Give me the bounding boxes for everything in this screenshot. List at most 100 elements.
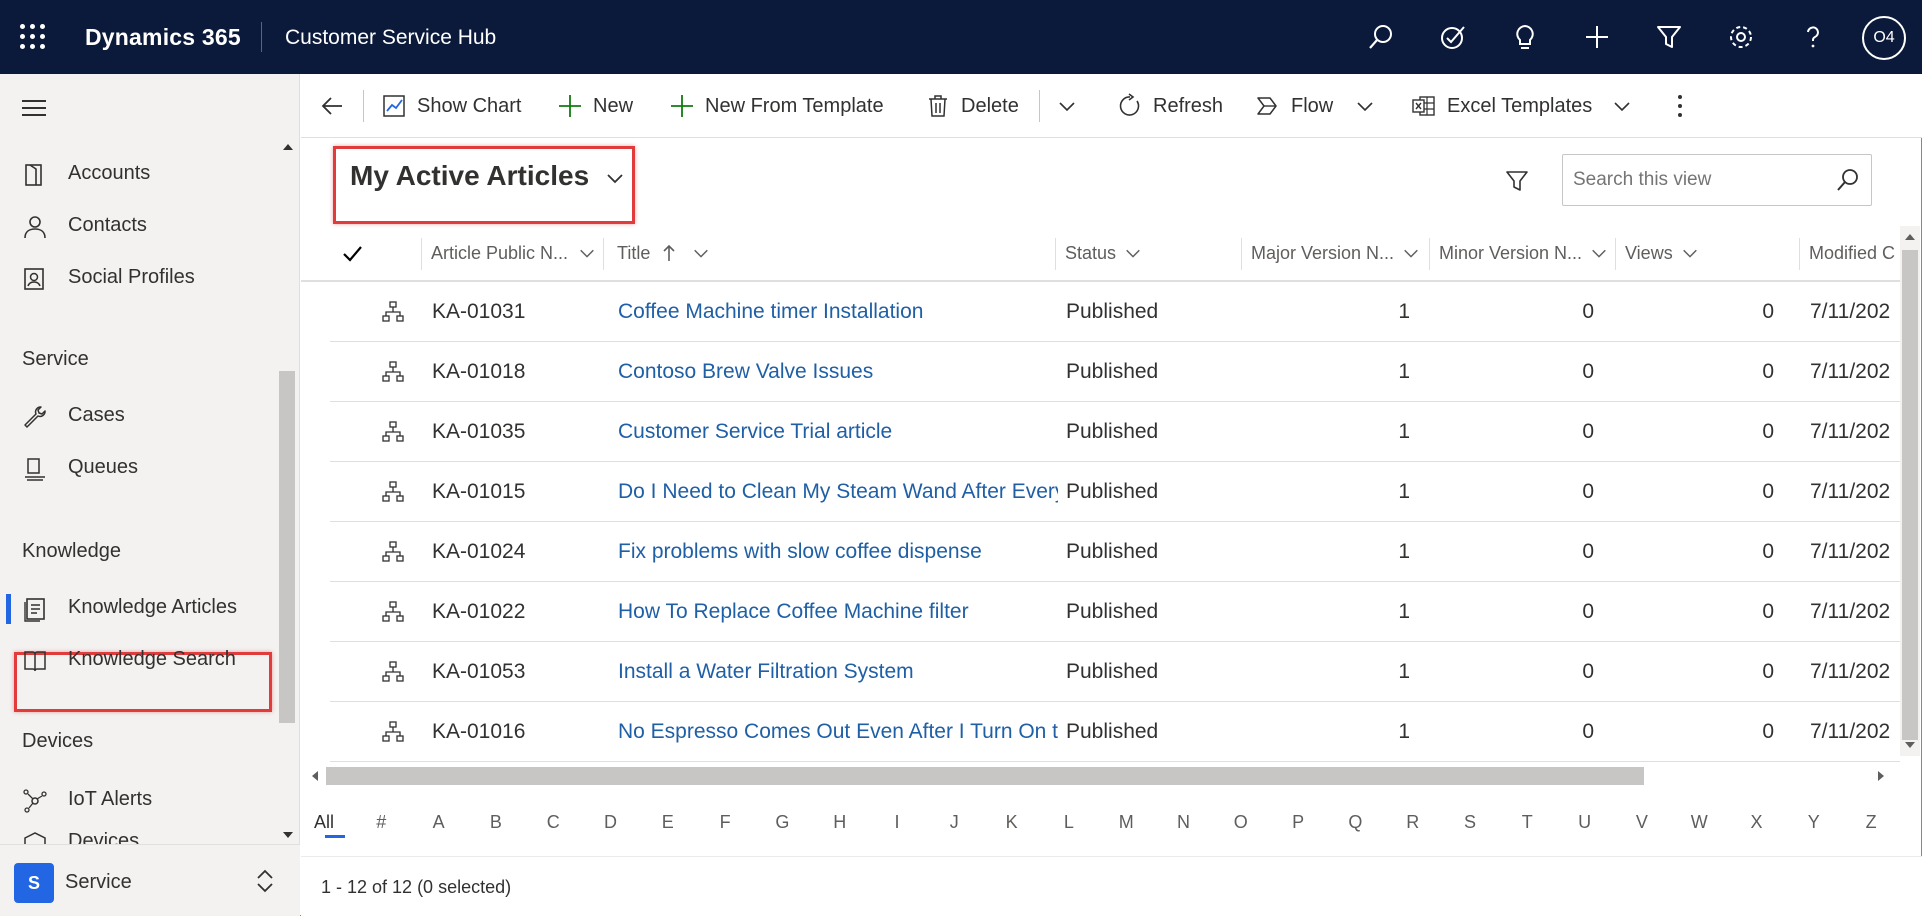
area-switcher[interactable]: S Service: [0, 844, 300, 916]
jump-bar-letter[interactable]: I: [882, 812, 912, 833]
scroll-down-arrow-icon[interactable]: [1904, 740, 1916, 750]
jump-bar-letter[interactable]: C: [538, 812, 568, 833]
scroll-up-arrow-icon[interactable]: [281, 142, 295, 152]
hierarchy-icon[interactable]: [382, 420, 404, 444]
flow-button[interactable]: Flow: [1255, 74, 1385, 138]
jump-bar-all[interactable]: All: [309, 812, 339, 833]
column-header-views[interactable]: Views: [1625, 226, 1785, 280]
jump-bar-letter[interactable]: U: [1570, 812, 1600, 833]
column-header-article-public-number[interactable]: Article Public N...: [431, 226, 611, 280]
search-icon[interactable]: [1835, 167, 1861, 193]
jump-bar-letter[interactable]: A: [424, 812, 454, 833]
jump-bar-letter[interactable]: G: [767, 812, 797, 833]
column-header-minor-version[interactable]: Minor Version N...: [1439, 226, 1619, 280]
column-header-major-version[interactable]: Major Version N...: [1251, 226, 1431, 280]
filter-icon[interactable]: [1504, 168, 1530, 194]
more-commands-button[interactable]: [1675, 74, 1695, 138]
app-name[interactable]: Dynamics 365: [85, 24, 241, 51]
sidebar-item-cases[interactable]: Cases: [0, 392, 280, 440]
table-row[interactable]: KA-01022 How To Replace Coffee Machine f…: [330, 582, 1900, 642]
article-title-link[interactable]: No Espresso Comes Out Even After I Turn …: [618, 702, 1058, 762]
column-header-modified-on[interactable]: Modified C: [1809, 226, 1901, 280]
hamburger-menu-icon[interactable]: [22, 100, 46, 121]
jump-bar-letter[interactable]: Z: [1856, 812, 1886, 833]
scroll-down-arrow-icon[interactable]: [281, 830, 295, 840]
jump-bar-letter[interactable]: Y: [1799, 812, 1829, 833]
jump-bar-letter[interactable]: D: [596, 812, 626, 833]
jump-bar-letter[interactable]: H: [825, 812, 855, 833]
back-button[interactable]: [319, 74, 355, 138]
task-check-icon[interactable]: [1436, 20, 1470, 54]
user-avatar[interactable]: O4: [1862, 16, 1906, 60]
table-row[interactable]: KA-01053 Install a Water Filtration Syst…: [330, 642, 1900, 702]
show-chart-button[interactable]: Show Chart: [381, 74, 522, 138]
sidebar-scroll-thumb[interactable]: [279, 371, 295, 723]
lightbulb-icon[interactable]: [1508, 20, 1542, 54]
grid-vertical-scroll-thumb[interactable]: [1902, 250, 1918, 740]
help-icon[interactable]: [1796, 20, 1830, 54]
hierarchy-icon[interactable]: [382, 480, 404, 504]
table-row[interactable]: KA-01016 No Espresso Comes Out Even Afte…: [330, 702, 1900, 762]
hierarchy-icon[interactable]: [382, 660, 404, 684]
jump-bar-letter[interactable]: T: [1512, 812, 1542, 833]
jump-bar-letter[interactable]: K: [997, 812, 1027, 833]
jump-bar-letter[interactable]: V: [1627, 812, 1657, 833]
sidebar-item-accounts[interactable]: Accounts: [0, 150, 280, 198]
jump-bar-letter[interactable]: M: [1111, 812, 1141, 833]
grid-horizontal-scroll-thumb[interactable]: [326, 767, 1644, 785]
article-title-link[interactable]: Do I Need to Clean My Steam Wand After E…: [618, 462, 1058, 522]
jump-bar-letter[interactable]: O: [1226, 812, 1256, 833]
refresh-button[interactable]: Refresh: [1117, 74, 1223, 138]
table-row[interactable]: KA-01018 Contoso Brew Valve Issues Publi…: [330, 342, 1900, 402]
hierarchy-icon[interactable]: [382, 720, 404, 744]
search-icon[interactable]: [1364, 20, 1398, 54]
jump-bar-letter[interactable]: S: [1455, 812, 1485, 833]
article-title-link[interactable]: How To Replace Coffee Machine filter: [618, 582, 1058, 642]
article-title-link[interactable]: Contoso Brew Valve Issues: [618, 342, 1058, 402]
jump-bar-letter[interactable]: R: [1398, 812, 1428, 833]
scroll-left-arrow-icon[interactable]: [310, 770, 320, 782]
column-header-title[interactable]: Title: [617, 226, 1057, 280]
hierarchy-icon[interactable]: [382, 300, 404, 324]
more-delete-options-button[interactable]: [1057, 74, 1087, 138]
new-from-template-button[interactable]: New From Template: [669, 74, 884, 138]
article-title-link[interactable]: Customer Service Trial article: [618, 402, 1058, 462]
jump-bar-letter[interactable]: L: [1054, 812, 1084, 833]
sidebar-item-social-profiles[interactable]: Social Profiles: [0, 254, 280, 302]
new-button[interactable]: New: [557, 74, 633, 138]
sidebar-item-contacts[interactable]: Contacts: [0, 202, 280, 250]
scroll-up-arrow-icon[interactable]: [1904, 232, 1916, 242]
sidebar-item-iot-alerts[interactable]: IoT Alerts: [0, 776, 280, 824]
excel-templates-button[interactable]: Excel Templates: [1411, 74, 1642, 138]
jump-bar-letter[interactable]: E: [653, 812, 683, 833]
search-input[interactable]: [1573, 167, 1823, 193]
jump-bar-letter[interactable]: N: [1169, 812, 1199, 833]
table-row[interactable]: KA-01035 Customer Service Trial article …: [330, 402, 1900, 462]
scroll-right-arrow-icon[interactable]: [1876, 770, 1886, 782]
app-launcher-icon[interactable]: [20, 24, 46, 50]
jump-bar-letter[interactable]: W: [1684, 812, 1714, 833]
article-title-link[interactable]: Coffee Machine timer Installation: [618, 282, 1058, 342]
plus-icon[interactable]: [1580, 20, 1614, 54]
jump-bar-letter[interactable]: J: [939, 812, 969, 833]
table-row[interactable]: KA-01024 Fix problems with slow coffee d…: [330, 522, 1900, 582]
table-row[interactable]: KA-01031 Coffee Machine timer Installati…: [330, 282, 1900, 342]
hierarchy-icon[interactable]: [382, 600, 404, 624]
sidebar-item-knowledge-search[interactable]: Knowledge Search: [0, 636, 280, 684]
sidebar-item-queues[interactable]: Queues: [0, 444, 280, 492]
gear-icon[interactable]: [1724, 20, 1758, 54]
sidebar-item-devices[interactable]: Devices: [0, 822, 280, 844]
sidebar-item-knowledge-articles[interactable]: Knowledge Articles: [0, 584, 280, 632]
jump-bar-letter[interactable]: B: [481, 812, 511, 833]
delete-button[interactable]: Delete: [925, 74, 1019, 138]
select-all-checkmark-icon[interactable]: [341, 243, 363, 265]
jump-bar-letter[interactable]: X: [1742, 812, 1772, 833]
jump-bar-letter[interactable]: #: [366, 812, 396, 833]
filter-icon[interactable]: [1652, 20, 1686, 54]
jump-bar-letter[interactable]: Q: [1340, 812, 1370, 833]
hierarchy-icon[interactable]: [382, 540, 404, 564]
jump-bar-letter[interactable]: F: [710, 812, 740, 833]
table-row[interactable]: KA-01015 Do I Need to Clean My Steam Wan…: [330, 462, 1900, 522]
article-title-link[interactable]: Install a Water Filtration System: [618, 642, 1058, 702]
hierarchy-icon[interactable]: [382, 360, 404, 384]
